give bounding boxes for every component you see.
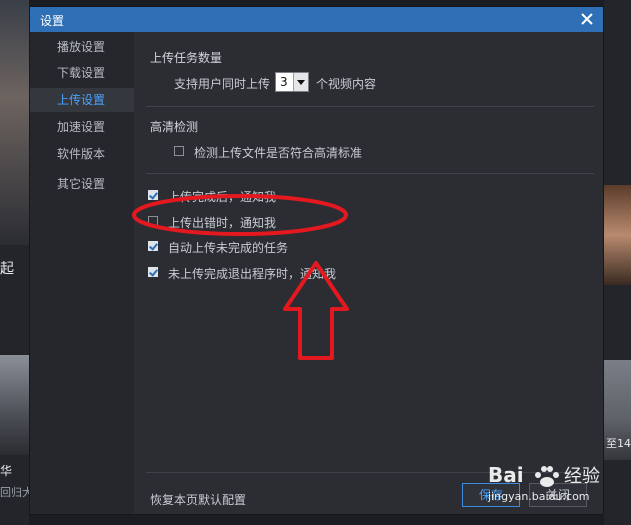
upload-count-value: 3 [280,75,288,89]
baidu-jingyan-watermark: Bai 经验 jingyan.baidu.com [486,458,606,518]
background-right-panel: 至14 [604,0,631,525]
upload-tasks-prefix: 支持用户同时上传 [174,77,271,91]
hd-check-title: 高清检测 [150,120,199,134]
notify-exit-unfinished-checkbox[interactable] [148,267,158,277]
settings-dialog: 设置 播放设置 下载设置 上传设置 加速设置 软件版本 其它设置 上传任务数量 … [29,6,604,515]
dialog-title: 设置 [40,14,65,28]
close-icon[interactable] [579,11,595,27]
watermark-url: jingyan.baidu.com [488,490,590,503]
background-title-text: 华 [0,464,13,478]
background-title-text: 起 [0,261,14,277]
sidebar-item-version[interactable]: 软件版本 [30,142,134,166]
section-divider [146,106,594,107]
sidebar-item-other[interactable]: 其它设置 [30,172,134,196]
upload-tasks-suffix: 个视频内容 [316,77,377,91]
sidebar-item-upload[interactable]: 上传设置 [30,88,134,112]
background-thumbnail [604,185,631,285]
background-left-panel: 起 华 回归大 [0,0,33,525]
upload-count-select[interactable]: 3 [275,72,309,92]
auto-upload-unfinished-label: 自动上传未完成的任务 [168,241,289,255]
chevron-down-icon[interactable] [293,73,308,91]
upload-tasks-title: 上传任务数量 [150,51,223,65]
section-divider [146,173,594,174]
notify-exit-unfinished-label: 未上传完成退出程序时，通知我 [168,267,337,281]
hd-check-label: 检测上传文件是否符合高清标准 [194,146,363,160]
svg-text:经验: 经验 [564,466,600,487]
sidebar-item-download[interactable]: 下载设置 [30,61,134,85]
notify-upload-complete-label: 上传完成后，通知我 [168,190,277,204]
notify-upload-complete-checkbox[interactable] [148,190,158,200]
notify-upload-error-checkbox[interactable] [148,216,158,226]
restore-defaults-link[interactable]: 恢复本页默认配置 [150,491,246,508]
background-thumbnail [0,355,29,455]
svg-text:Bai: Bai [488,463,524,487]
dialog-titlebar: 设置 [30,7,603,32]
auto-upload-unfinished-checkbox[interactable] [148,241,158,251]
sidebar-item-acceleration[interactable]: 加速设置 [30,115,134,139]
settings-content: 上传任务数量 支持用户同时上传 3 个视频内容 高清检测 检测上传文件是否符合高… [134,32,603,514]
sidebar-item-playback[interactable]: 播放设置 [30,35,134,59]
notify-upload-error-label: 上传出错时，通知我 [168,216,277,230]
background-thumbnail [0,0,29,245]
settings-sidebar: 播放设置 下载设置 上传设置 加速设置 软件版本 其它设置 [30,32,134,514]
hd-check-checkbox[interactable] [174,146,184,156]
baidu-logo-icon: Bai 经验 [488,463,600,487]
background-title-text: 至14 [606,437,631,450]
